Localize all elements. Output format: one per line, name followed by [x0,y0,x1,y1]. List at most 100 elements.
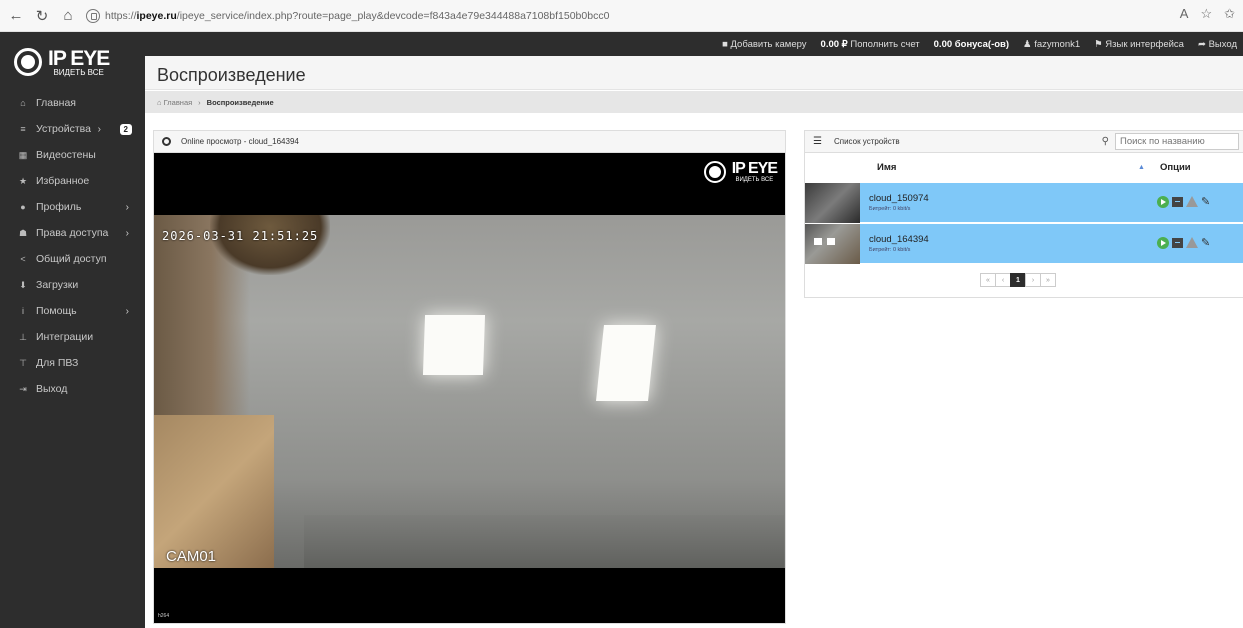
user-menu[interactable]: ♟ fazymonk1 [1023,39,1080,50]
device-list-header: ☰ Список устройств ⚲ [805,131,1243,153]
device-thumbnail[interactable] [805,182,860,223]
sidebar-item-label: Главная [36,97,76,109]
archive-icon[interactable] [1172,196,1183,207]
circle-icon [162,137,171,146]
watermark-slogan: ВИДЕТЬ ВСЕ [735,177,774,183]
logout-label: Выход [1208,38,1237,50]
sidebar-item-devices[interactable]: ≡ Устройства › 2 [0,116,145,142]
sidebar-item-pvz[interactable]: ⊤ Для ПВЗ [0,350,145,376]
column-name-header[interactable]: Имя [877,162,896,173]
sidebar-item-access-rights[interactable]: ☗ Права доступа › [0,220,145,246]
star-icon: ★ [18,175,28,186]
breadcrumb-separator: › [198,97,201,107]
search-input[interactable] [1115,133,1239,150]
logout-link[interactable]: ➦ Выход [1198,39,1237,50]
video-watermark-logo: IP EYE ВИДЕТЬ ВСЕ [703,161,778,183]
logo-eye-icon [703,161,726,183]
pencil-icon[interactable]: ✎ [1201,195,1210,208]
sidebar-item-label: Права доступа [36,227,109,239]
pager-prev[interactable]: ‹ [995,273,1011,287]
home-icon: ⌂ [157,97,164,107]
breadcrumb-home[interactable]: Главная [164,98,193,107]
top-bar: ■ Добавить камеру 0.00 ₽ Пополнить счет … [145,32,1243,56]
reload-icon[interactable]: ↻ [32,6,52,26]
column-options-header: Опции [1160,161,1191,173]
sidebar-item-logout[interactable]: ⇥ Выход [0,376,145,402]
address-bar[interactable]: https://ipeye.ru/ipeye_service/index.php… [86,5,609,27]
device-list-panel: ☰ Список устройств ⚲ Имя ▲ Опции cloud_1… [804,130,1243,298]
sidebar-item-label: Для ПВЗ [36,357,79,369]
sidebar-item-label: Выход [36,383,68,395]
chevron-right-icon: › [125,305,129,317]
play-icon[interactable] [1157,195,1169,208]
sidebar-item-label: Видеостены [36,149,96,161]
video-panel-title: Online просмотр - cloud_164394 [181,137,299,146]
pagination: « ‹ 1 › » [980,273,1056,287]
sidebar-item-profile[interactable]: ● Профиль › [0,194,145,220]
video-panel-header: Online просмотр - cloud_164394 [154,131,785,153]
pager-first[interactable]: « [980,273,996,287]
sidebar-item-favorites[interactable]: ★ Избранное [0,168,145,194]
sidebar-item-videowalls[interactable]: ▦ Видеостены [0,142,145,168]
device-name[interactable]: cloud_164394 [869,234,929,245]
search-box: ⚲ [1102,133,1239,150]
share-arrow-icon: ➦ [1197,38,1209,50]
chevron-right-icon: › [125,201,129,213]
download-icon: ⬇ [19,279,27,290]
device-bitrate: Битрейт: 0 kbit/s [869,247,911,253]
pager-last[interactable]: » [1040,273,1056,287]
devices-count-badge: 2 [119,123,132,135]
ipeye-logo[interactable]: IP EYE ВИДЕТЬ ВСЕ [14,42,132,82]
sidebar-item-help[interactable]: i Помощь › [0,298,145,324]
username: fazymonk1 [1034,38,1081,50]
pencil-icon[interactable]: ✎ [1201,236,1210,249]
sidebar-item-label: Загрузки [36,279,79,291]
language-menu[interactable]: ⚑ Язык интерфейса [1094,39,1184,50]
camera-icon: ■ [722,38,731,50]
pager-next[interactable]: › [1025,273,1041,287]
favorite-star-icon[interactable]: ☆ [1200,6,1212,22]
page-title: Воспроизведение [157,65,306,85]
bonus-link[interactable]: 0.00 бонуса(-ов) [934,39,1009,50]
back-arrow-icon[interactable]: ← [6,6,26,26]
warning-icon[interactable] [1186,196,1198,207]
table-header: Имя ▲ Опции [805,153,1243,181]
sidebar-item-label: Общий доступ [36,253,107,265]
chevron-right-icon: › [125,227,129,239]
sitemap-icon: ⊥ [19,331,27,342]
sidebar-item-shared-access[interactable]: < Общий доступ [0,246,145,272]
osd-camera-name: CAM01 [166,548,217,565]
pager-page-1[interactable]: 1 [1010,273,1026,287]
device-bitrate: Битрейт: 0 kbit/s [869,206,911,212]
table-row[interactable]: cloud_150974 Битрейт: 0 kbit/s ✎ [805,182,1243,223]
sort-asc-icon[interactable]: ▲ [1138,164,1145,171]
read-aloud-icon[interactable]: A [1180,6,1189,22]
logout-icon: ⇥ [19,383,27,394]
browser-toolbar: ← ↻ ⌂ https://ipeye.ru/ipeye_service/ind… [0,0,1243,32]
logo-slogan: ВИДЕТЬ ВСЕ [53,67,104,77]
favorites-icon[interactable]: ✩ [1224,6,1235,22]
top-up-link[interactable]: 0.00 ₽ Пополнить счет [821,39,920,50]
chevron-right-icon: › [97,123,101,135]
table-row[interactable]: cloud_164394 Битрейт: 0 kbit/s ✎ [805,223,1243,264]
lock-icon [86,8,100,23]
logo-title: IP EYE [48,46,110,70]
sidebar-item-home[interactable]: ⌂ Главная [0,90,145,116]
device-name[interactable]: cloud_150974 [869,193,929,204]
archive-icon[interactable] [1172,237,1183,248]
url-prefix: https:// [105,9,137,22]
browser-actions: A ☆ ✩ [1180,6,1235,22]
add-camera-link[interactable]: ■ Добавить камеру [722,39,806,50]
device-list-title: Список устройств [833,137,900,146]
sidebar-item-downloads[interactable]: ⬇ Загрузки [0,272,145,298]
device-thumbnail[interactable] [805,223,860,264]
warning-icon[interactable] [1186,237,1198,248]
video-player[interactable]: IP EYE ВИДЕТЬ ВСЕ 2026-03-31 21:51:25 CA… [154,153,785,623]
home-icon[interactable]: ⌂ [58,6,78,26]
users-icon: ☗ [18,227,28,238]
play-icon[interactable] [1157,236,1169,249]
sidebar-item-label: Интеграции [36,331,94,343]
top-up-label: Пополнить счет [850,38,920,50]
sidebar-item-integrations[interactable]: ⊥ Интеграции [0,324,145,350]
flag-icon: ⚑ [1094,38,1106,50]
